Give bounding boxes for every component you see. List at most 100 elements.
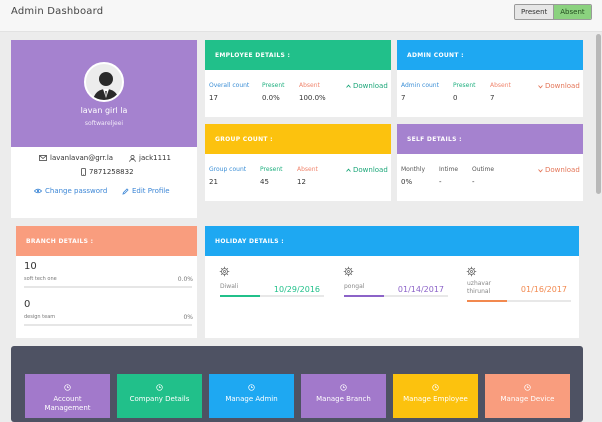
manage-admin-tile[interactable]: Manage Admin [209,374,294,418]
self-download-button[interactable]: Download [538,166,580,174]
gear-icon [343,266,354,277]
gear-icon [219,266,230,277]
stat-label: Group count [209,166,247,173]
profile-name: lavan girl la [80,106,128,115]
mobile-phone-icon [81,168,86,176]
branch-details-title: BRANCH DETAILS : [16,226,197,256]
stat-value: 0% [401,178,413,186]
self-details-card: SELF DETAILS : Monthly Intime Outime 0% … [397,124,583,201]
stat-value: 7 [401,94,406,102]
clock-icon [64,384,71,391]
manage-employee-tile[interactable]: Manage Employee [393,374,478,418]
stat-value: 100.0% [299,94,326,102]
stat-label: Present [260,166,283,173]
holiday-item: pongal 01/14/2017 [334,263,452,333]
tile-label: Manage Branch [316,395,371,403]
profile-role: softwareljeei [84,120,124,127]
eye-icon [34,188,42,194]
employee-download-button[interactable]: Download [346,82,388,90]
download-label: Download [545,82,580,90]
branch-percent: 0% [183,314,193,321]
clock-icon [524,384,531,391]
clock-icon [156,384,163,391]
holiday-progress-fill [344,295,384,297]
admin-count-title: ADMIN COUNT : [397,40,583,70]
employee-details-card: EMPLOYEE DETAILS : Overall count Present… [205,40,391,117]
stat-label: Absent [299,82,320,89]
stat-label: Monthly [401,166,426,173]
avatar [84,62,124,102]
download-label: Download [545,166,580,174]
edit-profile-link[interactable]: Edit Profile [122,187,170,195]
download-label: Download [353,166,388,174]
holiday-date: 10/29/2016 [273,285,320,294]
stat-value: 7 [490,94,495,102]
group-download-button[interactable]: Download [346,166,388,174]
stat-value: - [439,178,442,186]
stat-label: Present [453,82,476,89]
stat-value: 0.0% [262,94,280,102]
absent-toggle-button[interactable]: Absent [554,5,591,19]
user-icon [129,154,136,162]
attendance-toggle[interactable]: Present Absent [514,4,592,20]
stat-label: Outime [472,166,495,173]
branch-details-card: BRANCH DETAILS : 10 soft tech one 0.0% 0… [16,226,197,338]
stat-value: 45 [260,178,269,186]
stat-label: Absent [490,82,511,89]
tile-label: Company Details [129,395,190,403]
download-label: Download [353,82,388,90]
branch-progress-bar [24,286,192,288]
branch-name: design team [24,314,56,320]
tile-label: Account Management [44,395,91,412]
edit-profile-label: Edit Profile [132,187,170,195]
holiday-item: Diwali 10/29/2016 [210,263,328,333]
holiday-progress-track [344,295,448,297]
stat-label: Present [262,82,285,89]
profile-username-row: jack1111 [129,154,171,162]
stat-value: 12 [297,178,306,186]
present-toggle-button[interactable]: Present [515,5,555,19]
page-title: Admin Dashboard [11,6,104,17]
top-bar: Admin Dashboard Present Absent [0,0,602,32]
holiday-progress-track [467,300,571,302]
stat-label: Absent [297,166,318,173]
change-password-label: Change password [45,187,108,195]
company-details-tile[interactable]: Company Details [117,374,202,418]
gear-icon [466,266,477,277]
tile-label: Manage Admin [225,395,278,403]
admin-count-card: ADMIN COUNT : Admin count Present Absent… [397,40,583,117]
stat-value: - [472,178,475,186]
stat-label: Intime [439,166,459,173]
holiday-name: Diwali [220,283,239,290]
holiday-progress-fill [220,295,260,297]
branch-count: 10 [24,261,37,272]
admin-download-button[interactable]: Download [538,82,580,90]
holiday-item: uzhavar thirunal 01/16/2017 [457,263,575,333]
account-management-tile[interactable]: Account Management [25,374,110,418]
profile-email-row: lavanlavan@grr.la [39,154,113,162]
holiday-name: pongal [344,283,365,290]
group-count-card: GROUP COUNT : Group count Present Absent… [205,124,391,201]
profile-header: lavan girl la softwareljeei [11,40,197,147]
envelope-icon [39,155,47,161]
tile-label: Manage Employee [403,395,468,403]
holiday-details-card: HOLIDAY DETAILS : Diwali 10/29/2016 pong… [205,226,579,338]
manage-device-tile[interactable]: Manage Device [485,374,570,418]
stat-label: Overall count [209,82,250,89]
group-count-title: GROUP COUNT : [205,124,391,154]
profile-email: lavanlavan@grr.la [50,154,114,162]
holiday-details-title: HOLIDAY DETAILS : [205,226,579,256]
change-password-link[interactable]: Change password [34,187,107,195]
scrollbar-thumb[interactable] [596,34,601,194]
holiday-progress-track [220,295,324,297]
stat-value: 21 [209,178,218,186]
arrow-up-icon [346,168,351,172]
clock-icon [248,384,255,391]
clock-icon [340,384,347,391]
stat-value: 17 [209,94,218,102]
profile-card: lavan girl la softwareljeei lavanlavan@g… [11,40,197,218]
branch-count: 0 [24,299,31,310]
holiday-progress-fill [467,300,507,302]
profile-username: jack1111 [139,154,171,162]
manage-branch-tile[interactable]: Manage Branch [301,374,386,418]
